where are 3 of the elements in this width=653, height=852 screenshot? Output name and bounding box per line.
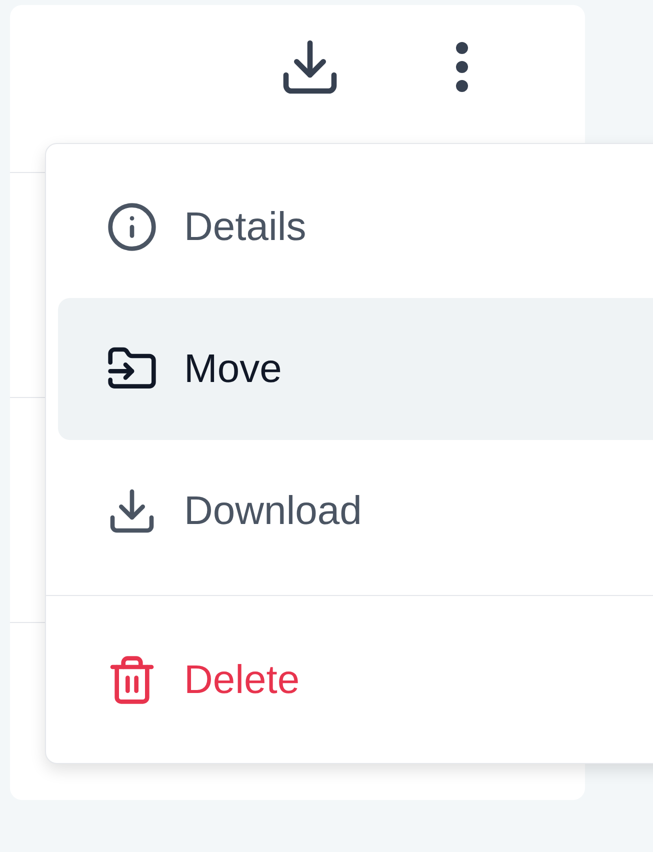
- info-icon: [106, 201, 158, 253]
- menu-item[interactable]: Move: [58, 298, 653, 440]
- vertical-dots-icon: [455, 41, 469, 93]
